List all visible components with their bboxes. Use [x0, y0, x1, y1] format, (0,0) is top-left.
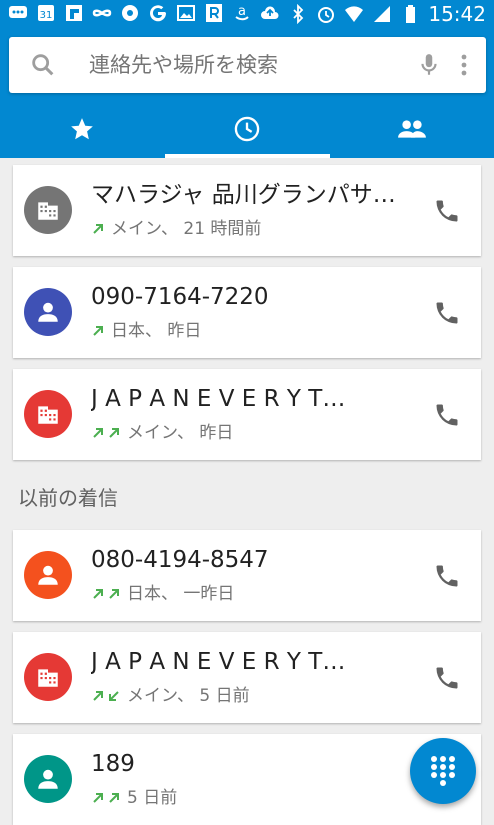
list-item[interactable]: 090-7164-7220 日本、 昨日	[13, 267, 481, 358]
call-detail: 日本、 昨日	[91, 319, 201, 343]
outgoing-call-icon	[109, 428, 119, 438]
dialpad-button[interactable]	[410, 738, 476, 804]
call-detail-text: メイン、 21 時間前	[111, 219, 262, 239]
outgoing-call-icon	[93, 793, 103, 803]
dialpad-icon	[431, 756, 455, 786]
contact-name: マハラジャ 品川グランパサ…	[91, 182, 396, 208]
call-type-indicator	[91, 222, 105, 236]
avatar[interactable]	[24, 186, 72, 234]
incoming-call-icon	[109, 691, 119, 701]
cloud-upload-icon	[261, 6, 279, 19]
search-icon[interactable]	[29, 51, 57, 79]
outgoing-call-icon	[109, 589, 119, 599]
search-bar[interactable]: 連絡先や場所を検索	[9, 37, 486, 93]
alarm-icon	[318, 7, 335, 23]
call-detail: 5 日前	[91, 786, 177, 810]
mic-icon[interactable]	[416, 51, 442, 79]
system-icons: 15:42	[288, 3, 486, 25]
clock-time: 15:42	[428, 2, 486, 26]
list-item[interactable]: J A P A N E V E R Y T… メイン、 5 日前	[13, 632, 481, 723]
bluetooth-icon	[293, 4, 304, 24]
call-detail-text: 日本、 一昨日	[127, 584, 235, 604]
contact-name: 090-7164-7220	[91, 284, 269, 310]
phone-icon[interactable]	[433, 562, 461, 590]
tab-favorites[interactable]	[0, 100, 164, 158]
outgoing-call-icon	[93, 428, 103, 438]
tab-contacts[interactable]	[330, 100, 494, 158]
wifi-icon	[345, 6, 364, 23]
call-detail-text: 5 日前	[127, 788, 178, 808]
avatar[interactable]	[24, 755, 72, 803]
amazon-icon: a	[235, 4, 249, 21]
contact-name: J A P A N E V E R Y T…	[91, 649, 346, 675]
outgoing-call-icon	[109, 793, 119, 803]
chat-icon	[9, 6, 27, 18]
infinity-icon	[92, 9, 112, 17]
person-icon	[38, 565, 58, 585]
list-item[interactable]: マハラジャ 品川グランパサ… メイン、 21 時間前	[13, 165, 481, 256]
call-detail-text: メイン、 昨日	[127, 423, 234, 443]
app-header: 31 a 15:42 連絡先や場所を検索	[0, 0, 494, 158]
search-input[interactable]: 連絡先や場所を検索	[89, 51, 278, 79]
r-icon	[206, 4, 222, 22]
clock-icon	[234, 116, 260, 142]
phone-icon[interactable]	[433, 664, 461, 692]
call-detail: メイン、 21 時間前	[91, 217, 261, 241]
avatar[interactable]	[24, 653, 72, 701]
outgoing-call-icon	[93, 326, 103, 336]
call-type-indicator	[91, 689, 121, 703]
call-type-indicator	[91, 791, 121, 805]
contact-name: 189	[91, 751, 135, 777]
section-header-earlier: 以前の着信	[18, 486, 118, 510]
person-icon	[38, 302, 58, 322]
business-icon	[38, 202, 58, 220]
tab-bar	[0, 100, 494, 158]
list-item[interactable]: J A P A N E V E R Y T… メイン、 昨日	[13, 369, 481, 460]
image-icon	[177, 5, 195, 21]
at-icon	[122, 5, 138, 21]
star-icon	[71, 118, 93, 140]
notification-icons: 31 a	[8, 3, 280, 23]
phone-icon[interactable]	[433, 401, 461, 429]
avatar[interactable]	[24, 390, 72, 438]
outgoing-call-icon	[93, 691, 103, 701]
call-detail: 日本、 一昨日	[91, 582, 234, 606]
flipboard-icon	[66, 5, 82, 21]
call-type-indicator	[91, 587, 121, 601]
status-bar: 31 a 15:42	[0, 0, 494, 28]
call-detail-text: メイン、 5 日前	[127, 686, 250, 706]
call-detail: メイン、 5 日前	[91, 684, 250, 708]
contact-name: 080-4194-8547	[91, 547, 269, 573]
svg-text:a: a	[238, 4, 246, 19]
people-icon	[398, 120, 426, 138]
call-type-indicator	[91, 426, 121, 440]
calendar-31-icon: 31	[38, 5, 54, 21]
business-icon	[38, 669, 58, 687]
person-icon	[38, 769, 58, 789]
tab-recents[interactable]	[165, 100, 329, 158]
more-vert-icon[interactable]	[456, 51, 472, 79]
google-g-icon	[150, 5, 167, 22]
calendar-day: 31	[40, 10, 53, 21]
contact-name: J A P A N E V E R Y T…	[91, 386, 346, 412]
call-detail: メイン、 昨日	[91, 421, 233, 445]
battery-icon	[406, 5, 416, 23]
phone-icon[interactable]	[433, 197, 461, 225]
business-icon	[38, 406, 58, 424]
recent-calls-list: マハラジャ 品川グランパサ… メイン、 21 時間前 090-7164-7220…	[0, 158, 494, 825]
avatar[interactable]	[24, 551, 72, 599]
call-type-indicator	[91, 324, 105, 338]
outgoing-call-icon	[93, 224, 103, 234]
signal-icon	[374, 6, 391, 22]
phone-icon[interactable]	[433, 299, 461, 327]
call-detail-text: 日本、 昨日	[111, 321, 202, 341]
avatar[interactable]	[24, 288, 72, 336]
list-item[interactable]: 080-4194-8547 日本、 一昨日	[13, 530, 481, 621]
outgoing-call-icon	[93, 589, 103, 599]
